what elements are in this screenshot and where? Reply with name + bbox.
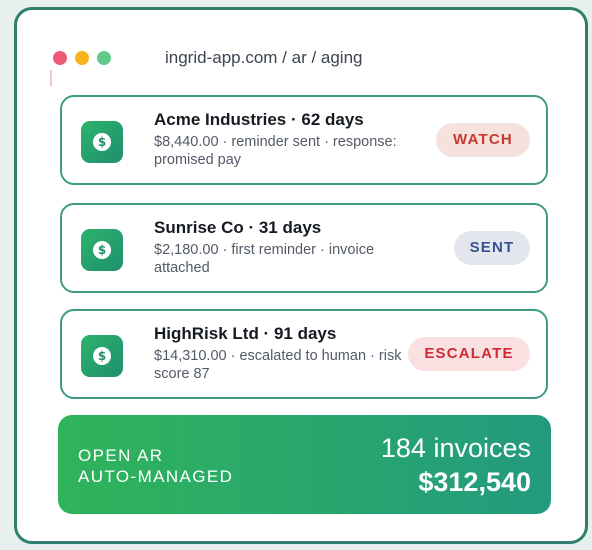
invoice-icon-box: $ [81,335,123,377]
dollar-icon: $ [93,133,111,151]
status-badge[interactable]: ESCALATE [408,337,530,371]
invoice-icon-box: $ [81,121,123,163]
open-ar-amount: $312,540 [418,467,531,497]
invoice-detail: $8,440.00 · reminder sent · response: pr… [154,134,397,168]
minimize-window-button[interactable] [75,51,89,65]
close-window-button[interactable] [53,51,67,65]
invoice-card[interactable]: $ HighRisk Ltd · 91 days $14,310.00 · es… [60,309,548,399]
invoice-card[interactable]: $ Acme Industries · 62 days $8,440.00 · … [60,95,548,185]
dollar-icon: $ [93,347,111,365]
invoice-detail: $14,310.00 · escalated to human · risk s… [154,348,402,382]
status-badge[interactable]: SENT [454,231,530,265]
dollar-icon: $ [93,241,111,259]
maximize-window-button[interactable] [97,51,111,65]
invoice-title: HighRisk Ltd · 91 days [154,324,337,343]
open-ar-summary: OPEN AR AUTO-MANAGED 184 invoices $312,5… [58,415,551,514]
status-badge[interactable]: WATCH [436,123,530,157]
invoice-title: Acme Industries · 62 days [154,110,364,129]
summary-label-line1: OPEN AR [78,446,164,465]
summary-label: OPEN AR AUTO-MANAGED [78,445,233,487]
invoice-count: 184 invoices [380,433,531,463]
url-breadcrumb[interactable]: ingrid-app.com / ar / aging [165,48,363,68]
app-window: ingrid-app.com / ar / aging $ Acme Indus… [14,7,588,544]
invoice-card[interactable]: $ Sunrise Co · 31 days $2,180.00 · first… [60,203,548,293]
invoice-detail: $2,180.00 · first reminder · invoice att… [154,242,375,276]
invoice-title: Sunrise Co · 31 days [154,218,322,237]
text-cursor [50,70,52,86]
summary-label-line2: AUTO-MANAGED [78,467,234,486]
title-bar: ingrid-app.com / ar / aging [53,46,533,70]
invoice-icon-box: $ [81,229,123,271]
